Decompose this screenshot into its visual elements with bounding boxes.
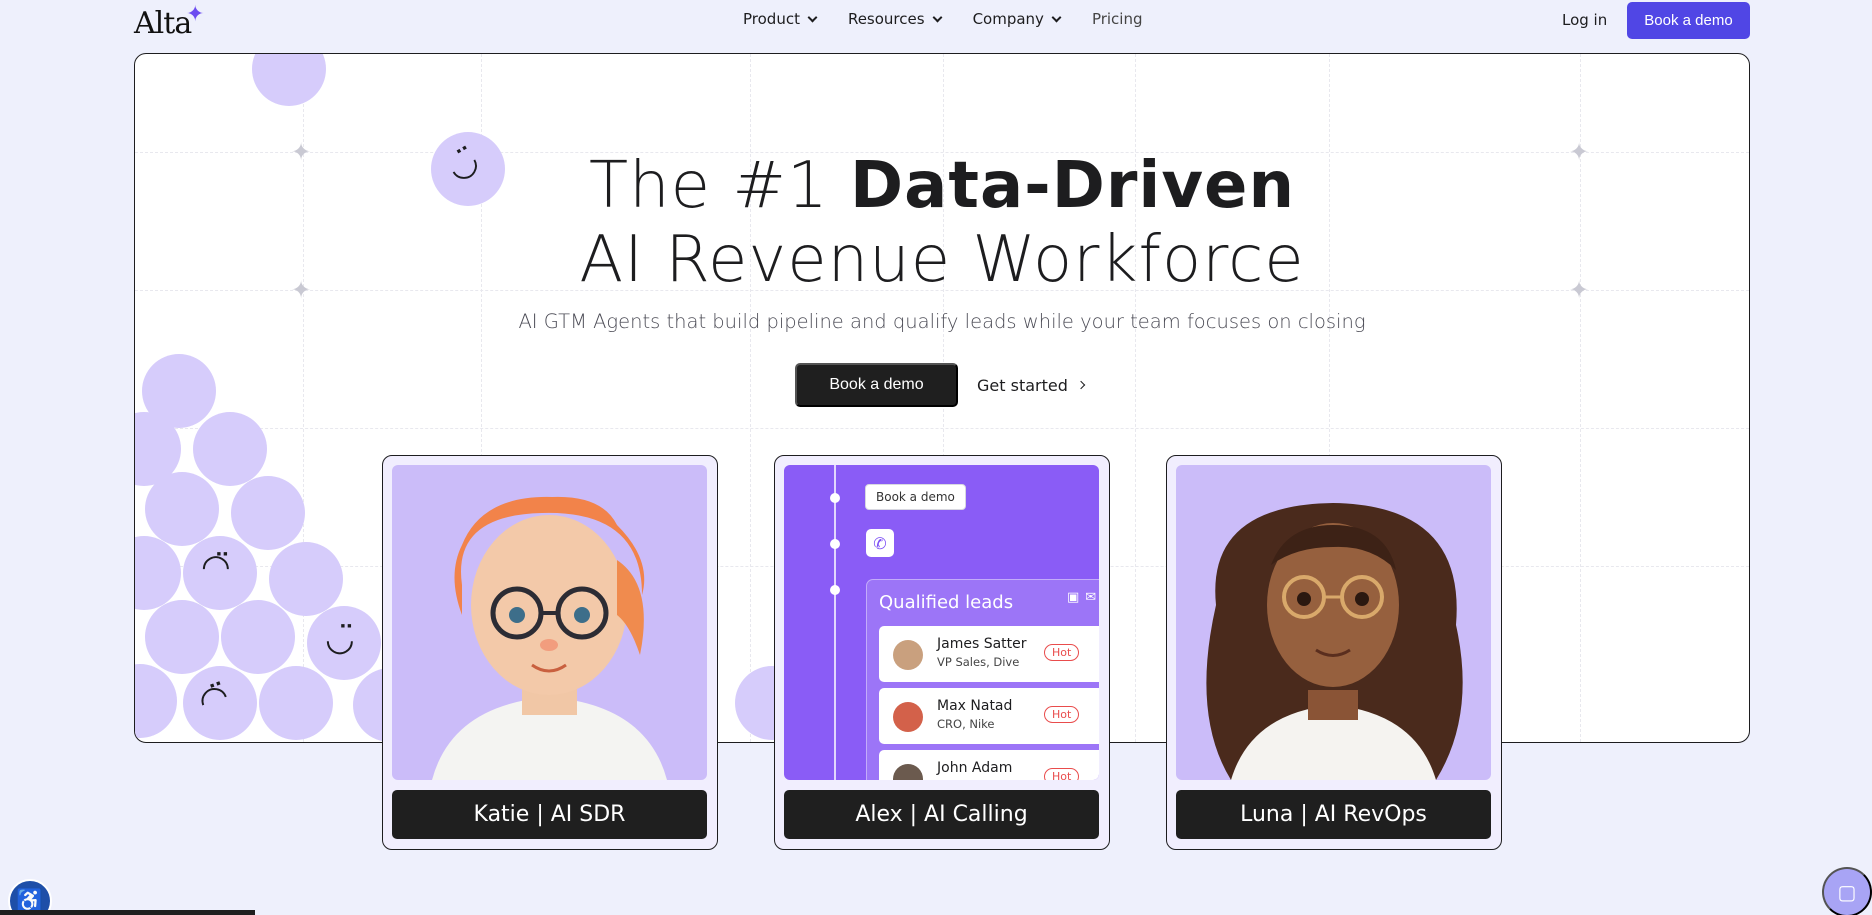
leads-icons: ▣ ✉: [1067, 590, 1096, 605]
agent-card-katie[interactable]: Katie | AI SDR: [382, 455, 718, 850]
lead-avatar: [893, 764, 923, 780]
nav-product-label: Product: [743, 10, 800, 28]
bottom-bar: [0, 910, 255, 915]
katie-illustration: [432, 496, 667, 780]
chat-icon[interactable]: ▢: [1822, 867, 1872, 915]
chevron-down-icon: [807, 12, 818, 22]
hot-badge: Hot: [1044, 706, 1080, 723]
agent-label-alex: Alex | AI Calling: [784, 790, 1099, 839]
decorative-bubble: [252, 54, 326, 106]
lead-name: Max Natad: [937, 698, 1013, 714]
nav-resources[interactable]: Resources: [847, 10, 943, 28]
nav-pricing[interactable]: Pricing: [1092, 10, 1143, 28]
top-nav: Alta ✦ Product Resources Company Pricing…: [0, 0, 1872, 44]
logo[interactable]: Alta: [134, 6, 192, 41]
decorative-bubble: [231, 476, 305, 550]
decorative-bubble: [193, 412, 267, 486]
decorative-bubble: [135, 536, 181, 610]
decorative-bubble: [145, 472, 219, 546]
timeline-dot: [830, 493, 840, 503]
headline-light: The #1: [588, 149, 851, 223]
nav-resources-label: Resources: [847, 10, 925, 28]
headline-bold: Data-Driven: [850, 149, 1296, 223]
decorative-bubble: [135, 664, 177, 738]
nav-pricing-label: Pricing: [1091, 10, 1143, 28]
smiley-icon: ◠̈: [201, 547, 231, 587]
chevron-down-icon: [1051, 12, 1062, 22]
nav-company-label: Company: [972, 10, 1044, 28]
nav-product[interactable]: Product: [743, 10, 818, 28]
nav-company[interactable]: Company: [972, 10, 1062, 28]
lead-name: John Adam: [937, 760, 1013, 776]
chevron-down-icon: [932, 12, 943, 22]
get-started-label: Get started: [977, 375, 1068, 395]
login-link[interactable]: Log in: [1562, 11, 1607, 29]
hero-headline: The #1 Data-Driven AI Revenue Workforce: [135, 149, 1749, 297]
timeline: [834, 465, 836, 780]
luna-portrait: [1176, 465, 1491, 780]
lead-name: James Satter: [937, 636, 1027, 652]
lead-role: CRO, Nike: [937, 717, 995, 731]
lead-row: James Satter VP Sales, Dive Hot: [879, 626, 1099, 682]
lead-avatar: [893, 702, 923, 732]
phone-icon: ✆: [866, 529, 894, 557]
smiley-icon: ◡̈: [325, 619, 355, 659]
decorative-bubble: [269, 542, 343, 616]
linkedin-icon: ▣: [1067, 590, 1080, 605]
nav-links: Product Resources Company Pricing: [743, 10, 1175, 28]
katie-portrait: [392, 465, 707, 780]
hot-badge: Hot: [1044, 644, 1080, 661]
lead-avatar: [893, 640, 923, 670]
decorative-bubble: [221, 600, 295, 674]
mail-icon: ✉: [1085, 590, 1097, 605]
hero-subheadline: AI GTM Agents that build pipeline and qu…: [518, 310, 1366, 333]
get-started-link[interactable]: Get started: [977, 363, 1086, 407]
leads-panel-title: Qualified leads: [879, 592, 1014, 613]
agent-label-luna: Luna | AI RevOps: [1176, 790, 1491, 839]
lead-row: Max Natad CRO, Nike Hot: [879, 688, 1099, 744]
alex-ui-mock: Book a demo ✆ Qualified leads ▣ ✉ James …: [784, 465, 1099, 780]
decorative-bubble: [145, 600, 219, 674]
lead-row: John Adam Hot: [879, 750, 1099, 780]
agent-card-luna[interactable]: Luna | AI RevOps: [1166, 455, 1502, 850]
chevron-right-icon: [1076, 380, 1086, 390]
timeline-dot: [830, 585, 840, 595]
agent-card-alex[interactable]: Book a demo ✆ Qualified leads ▣ ✉ James …: [774, 455, 1110, 850]
mini-book-demo-button: Book a demo: [865, 484, 966, 510]
sparkle-icon: ✦: [186, 2, 205, 27]
lead-role: VP Sales, Dive: [937, 655, 1020, 669]
decorative-bubble: [259, 666, 333, 740]
qualified-leads-panel: Qualified leads ▣ ✉ James Satter VP Sale…: [866, 579, 1099, 780]
headline-line-2: AI Revenue Workforce: [579, 223, 1305, 297]
book-demo-nav-button[interactable]: Book a demo: [1627, 2, 1750, 39]
hot-badge: Hot: [1044, 768, 1080, 780]
timeline-dot: [830, 539, 840, 549]
grid-line: [135, 428, 1749, 429]
luna-illustration: [1206, 503, 1463, 780]
agent-label-katie: Katie | AI SDR: [392, 790, 707, 839]
book-demo-hero-button[interactable]: Book a demo: [795, 363, 958, 407]
